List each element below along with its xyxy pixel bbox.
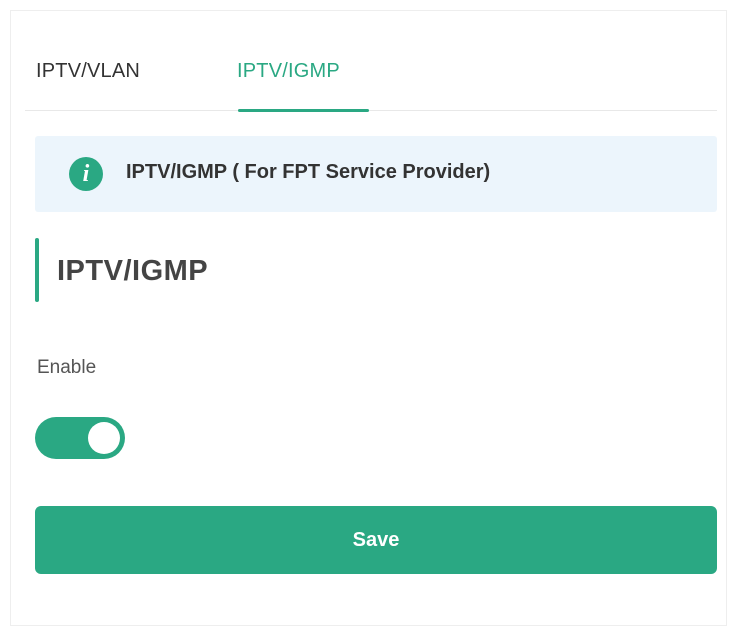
enable-label: Enable <box>37 357 97 378</box>
info-icon: i <box>69 157 103 191</box>
active-tab-indicator <box>238 109 369 112</box>
section-title: IPTV/IGMP <box>57 255 209 287</box>
tab-iptv-vlan[interactable]: IPTV/VLAN <box>36 60 140 83</box>
section-accent-bar <box>35 238 39 302</box>
save-button[interactable]: Save <box>35 506 717 574</box>
info-banner-text: IPTV/IGMP ( For FPT Service Provider) <box>126 161 491 183</box>
toggle-knob <box>88 422 120 454</box>
tab-bar: IPTV/VLAN IPTV/IGMP <box>25 48 717 112</box>
info-banner: i IPTV/IGMP ( For FPT Service Provider) <box>35 136 717 212</box>
enable-toggle[interactable] <box>35 417 125 459</box>
tab-iptv-igmp[interactable]: IPTV/IGMP <box>237 60 340 83</box>
